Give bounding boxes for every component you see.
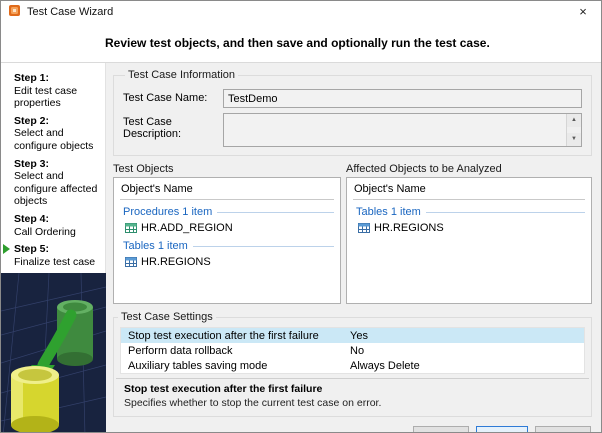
object-name: HR.REGIONS bbox=[141, 256, 211, 268]
affected-objects-title: Affected Objects to be Analyzed bbox=[346, 163, 592, 175]
group-title: Test Case Settings bbox=[118, 311, 216, 323]
tree-group-label: Procedures 1 item bbox=[123, 206, 212, 218]
test-objects-panel: Test Objects Object's Name Procedures 1 … bbox=[113, 163, 341, 304]
test-case-name-label: Test Case Name: bbox=[123, 89, 223, 104]
step-item-2[interactable]: Step 2: Select and configure objects bbox=[14, 115, 102, 153]
titlebar: Test Case Wizard × bbox=[1, 1, 601, 23]
setting-value: Yes bbox=[347, 330, 584, 342]
column-header: Object's Name bbox=[353, 180, 585, 200]
close-button[interactable]: × bbox=[569, 2, 597, 22]
setting-name: Stop test execution after the first fail… bbox=[121, 330, 347, 342]
wizard-header: Review test objects, and then save and o… bbox=[1, 23, 601, 63]
test-objects-title: Test Objects bbox=[113, 163, 341, 175]
close-icon: × bbox=[579, 4, 587, 19]
settings-row-data-rollback[interactable]: Perform data rollback No bbox=[121, 343, 584, 358]
tree-group-tables[interactable]: Tables 1 item bbox=[120, 240, 334, 252]
settings-row-aux-tables[interactable]: Auxiliary tables saving mode Always Dele… bbox=[121, 358, 584, 373]
tree-item-procedure[interactable]: HR.ADD_REGION bbox=[120, 222, 334, 234]
object-name: HR.ADD_REGION bbox=[141, 222, 233, 234]
step-desc: Finalize test case bbox=[14, 256, 102, 269]
tree-group-tables[interactable]: Tables 1 item bbox=[353, 206, 585, 218]
step-label: Step 3: bbox=[14, 158, 102, 171]
setting-value: Always Delete bbox=[347, 360, 584, 372]
wizard-graphic-image bbox=[1, 273, 106, 433]
tree-item-table[interactable]: HR.REGIONS bbox=[353, 222, 585, 234]
tree-group-procedures[interactable]: Procedures 1 item bbox=[120, 206, 334, 218]
step-desc: Select and configure affected objects bbox=[14, 170, 102, 208]
current-step-arrow-icon bbox=[3, 244, 10, 254]
group-divider bbox=[426, 212, 585, 213]
wizard-button-row: < Back Finish Cancel bbox=[113, 417, 592, 433]
step-item-1[interactable]: Step 1: Edit test case properties bbox=[14, 72, 102, 110]
group-divider bbox=[217, 212, 334, 213]
tree-group-label: Tables 1 item bbox=[356, 206, 421, 218]
test-case-settings-group: Test Case Settings Stop test execution a… bbox=[113, 311, 592, 417]
step-label: Step 2: bbox=[14, 115, 102, 128]
tree-group-label: Tables 1 item bbox=[123, 240, 188, 252]
test-case-description-label: Test Case Description: bbox=[123, 113, 223, 140]
tree-item-table[interactable]: HR.REGIONS bbox=[120, 256, 334, 268]
page-title: Review test objects, and then save and o… bbox=[1, 36, 490, 50]
object-name: HR.REGIONS bbox=[374, 222, 444, 234]
test-case-information-group: Test Case Information Test Case Name: Te… bbox=[113, 69, 592, 156]
setting-value: No bbox=[347, 345, 584, 357]
setting-detail-pane: Stop test execution after the first fail… bbox=[116, 378, 589, 416]
scroll-down-icon[interactable]: ▼ bbox=[567, 133, 581, 146]
step-desc: Select and configure objects bbox=[14, 127, 102, 152]
window-title: Test Case Wizard bbox=[27, 6, 564, 18]
wizard-steps-sidebar: Step 1: Edit test case properties Step 2… bbox=[1, 63, 106, 432]
test-case-wizard-window: Test Case Wizard × Review test objects, … bbox=[0, 0, 602, 433]
group-title: Test Case Information bbox=[125, 69, 238, 81]
step-desc: Edit test case properties bbox=[14, 85, 102, 110]
step-label: Step 1: bbox=[14, 72, 102, 85]
setting-detail-title: Stop test execution after the first fail… bbox=[124, 383, 581, 395]
test-case-description-input[interactable] bbox=[224, 114, 566, 146]
scroll-up-icon[interactable]: ▲ bbox=[567, 114, 581, 127]
settings-row-stop-on-failure[interactable]: Stop test execution after the first fail… bbox=[121, 328, 584, 343]
setting-name: Perform data rollback bbox=[121, 345, 347, 357]
procedure-icon bbox=[125, 222, 137, 234]
step-label: Step 4: bbox=[14, 213, 102, 226]
setting-name: Auxiliary tables saving mode bbox=[121, 360, 347, 372]
main-content: Test Case Information Test Case Name: Te… bbox=[106, 63, 601, 432]
test-case-description-field: ▲ ▼ bbox=[223, 113, 582, 147]
finish-button[interactable]: Finish bbox=[476, 426, 527, 433]
step-item-3[interactable]: Step 3: Select and configure affected ob… bbox=[14, 158, 102, 208]
back-button[interactable]: < Back bbox=[413, 426, 469, 433]
table-icon bbox=[125, 256, 137, 268]
cancel-button[interactable]: Cancel bbox=[535, 426, 591, 433]
step-desc: Call Ordering bbox=[14, 226, 102, 239]
table-icon bbox=[358, 222, 370, 234]
affected-objects-panel: Affected Objects to be Analyzed Object's… bbox=[346, 163, 592, 304]
wizard-app-icon bbox=[8, 3, 22, 22]
group-divider bbox=[193, 246, 334, 247]
test-case-name-input[interactable] bbox=[223, 89, 582, 108]
steps-list: Step 1: Edit test case properties Step 2… bbox=[1, 63, 105, 273]
description-scrollbar[interactable]: ▲ ▼ bbox=[566, 114, 581, 146]
test-objects-list: Object's Name Procedures 1 item bbox=[113, 177, 341, 304]
settings-grid: Stop test execution after the first fail… bbox=[120, 327, 585, 374]
step-label: Step 5: bbox=[14, 243, 102, 256]
step-item-5-current[interactable]: Step 5: Finalize test case bbox=[14, 243, 102, 268]
setting-detail-description: Specifies whether to stop the current te… bbox=[124, 397, 581, 409]
step-item-4[interactable]: Step 4: Call Ordering bbox=[14, 213, 102, 238]
affected-objects-list: Object's Name Tables 1 item bbox=[346, 177, 592, 304]
column-header: Object's Name bbox=[120, 180, 334, 200]
